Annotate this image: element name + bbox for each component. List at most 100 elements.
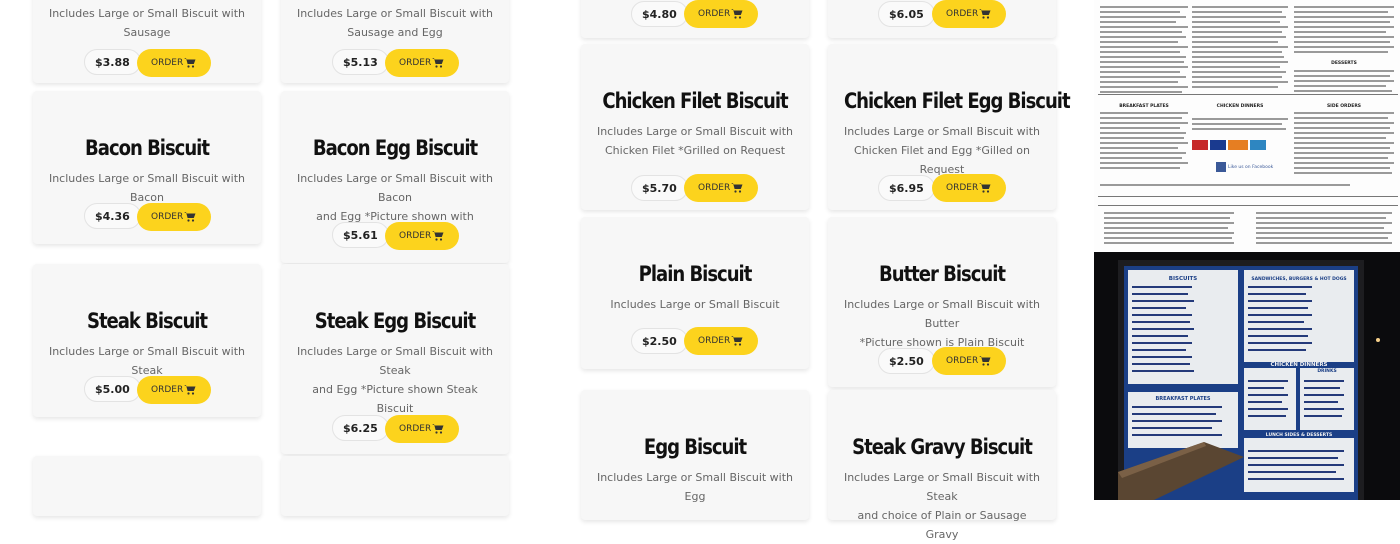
item-description: Includes Large or Small Biscuit with Egg [596, 471, 794, 503]
order-label: ORDER [151, 385, 184, 395]
item-description: Includes Large or Small Biscuit with Saus… [48, 7, 246, 39]
order-label: ORDER [698, 9, 731, 19]
menu-card-steak-biscuit: Steak Biscuit Includes Large or Small Bi… [33, 264, 261, 417]
facebook-like-text: Like us on Facebook [1228, 164, 1274, 170]
price-badge: $3.88 [84, 49, 141, 75]
item-description: Includes Large or Small Biscuit with Chic… [596, 125, 794, 157]
menu-card-sausage-biscuit: Includes Large or Small Biscuit with Saus… [33, 0, 261, 83]
item-description: Includes Large or Small Biscuit with Saus… [296, 7, 494, 39]
board-heading-sandwiches: SANDWICHES, BURGERS & HOT DOGS [1251, 276, 1346, 282]
price-badge: $2.50 [631, 328, 688, 354]
order-button[interactable]: ORDER [932, 174, 1006, 202]
menu-card-egg-biscuit: Egg Biscuit Includes Large or Small Bisc… [581, 390, 809, 520]
board-heading-drinks: DRINKS [1317, 368, 1336, 374]
board-heading-breakfast-plates: BREAKFAST PLATES [1155, 396, 1210, 402]
mastercard-logo [1192, 140, 1208, 150]
order-button[interactable]: ORDER [932, 347, 1006, 375]
order-label: ORDER [399, 231, 432, 241]
item-description: Includes Large or Small Biscuit [610, 298, 780, 311]
menu-card-bacon-egg-biscuit: Bacon Egg Biscuit Includes Large or Smal… [281, 91, 509, 263]
printed-menu-image: BREAKFAST PLATES CHICKEN DINNERS DESSERT… [1094, 0, 1400, 251]
item-title: Steak Gravy Biscuit [852, 435, 1033, 459]
item-description: Includes Large or Small Biscuit with Ste… [48, 345, 246, 377]
item-title: Steak Biscuit [86, 309, 208, 333]
item-title: Bacon Egg Biscuit [312, 136, 478, 160]
shopping-cart-icon [184, 211, 196, 222]
shopping-cart-icon [184, 384, 196, 395]
price-badge: $6.05 [878, 1, 935, 27]
order-label: ORDER [151, 58, 184, 68]
menu-card-butter-biscuit: Butter Biscuit Includes Large or Small B… [828, 217, 1056, 387]
order-label: ORDER [698, 336, 731, 346]
shopping-cart-icon [432, 423, 444, 434]
price-badge: $5.70 [631, 175, 688, 201]
item-title: Plain Biscuit [638, 262, 753, 286]
menu-card: $6.05 ORDER [828, 0, 1056, 38]
menu-card-chicken-filet-biscuit: Chicken Filet Biscuit Includes Large or … [581, 44, 809, 210]
menu-heading-desserts: DESSERTS [1331, 60, 1357, 66]
menu-heading-side-orders: SIDE ORDERS [1327, 103, 1361, 109]
shopping-cart-icon [979, 8, 991, 19]
shopping-cart-icon [979, 182, 991, 193]
price-badge: $6.95 [878, 175, 935, 201]
item-title: Steak Egg Biscuit [314, 309, 476, 333]
item-title: Chicken Filet Egg Biscuit [843, 89, 1071, 113]
facebook-icon [1216, 162, 1226, 172]
light-dot [1376, 338, 1380, 342]
order-label: ORDER [946, 183, 979, 193]
menu-board-drawing: BISCUITS SANDWICHES, BURGERS & HOT DOGS … [1094, 252, 1400, 500]
order-button[interactable]: ORDER [684, 174, 758, 202]
order-label: ORDER [399, 58, 432, 68]
order-button[interactable]: ORDER [385, 222, 459, 250]
order-label: ORDER [399, 424, 432, 434]
printed-menu-drawing: BREAKFAST PLATES CHICKEN DINNERS DESSERT… [1094, 0, 1400, 251]
menu-card-steak-gravy-biscuit: Steak Gravy Biscuit Includes Large or Sm… [828, 390, 1056, 541]
item-title: Chicken Filet Biscuit [602, 89, 788, 113]
order-button[interactable]: ORDER [385, 415, 459, 443]
price-badge: $6.25 [332, 415, 389, 441]
order-button[interactable]: ORDER [684, 0, 758, 28]
order-button[interactable]: ORDER [137, 203, 211, 231]
shopping-cart-icon [979, 355, 991, 366]
order-button[interactable]: ORDER [684, 327, 758, 355]
item-description: Includes Large or Small Biscuit with But… [843, 298, 1041, 349]
price-badge: $5.00 [84, 376, 141, 402]
price-badge: $5.61 [332, 222, 389, 248]
order-button[interactable]: ORDER [137, 49, 211, 77]
menu-card-bacon-biscuit: Bacon Biscuit Includes Large or Small Bi… [33, 91, 261, 244]
order-button[interactable]: ORDER [137, 376, 211, 404]
order-button[interactable]: ORDER [385, 49, 459, 77]
item-title: Bacon Biscuit [85, 136, 210, 160]
price-badge: $5.13 [332, 49, 389, 75]
menu-board-photo: BISCUITS SANDWICHES, BURGERS & HOT DOGS … [1094, 252, 1400, 500]
price-badge: $2.50 [878, 348, 935, 374]
board-heading-lunch-sides: LUNCH SIDES & DESSERTS [1266, 432, 1333, 438]
order-label: ORDER [698, 183, 731, 193]
order-label: ORDER [946, 9, 979, 19]
shopping-cart-icon [731, 182, 743, 193]
menu-card [33, 456, 261, 516]
item-title: Egg Biscuit [643, 435, 747, 459]
board-heading-chicken-dinners: CHICKEN DINNERS [1270, 362, 1327, 368]
menu-heading-chicken-dinners: CHICKEN DINNERS [1217, 103, 1264, 109]
price-badge: $4.36 [84, 203, 141, 229]
menu-card-chicken-filet-egg-biscuit: Chicken Filet Egg Biscuit Includes Large… [828, 44, 1071, 210]
item-description: Includes Large or Small Biscuit with Bac… [48, 172, 246, 204]
shopping-cart-icon [184, 57, 196, 68]
shopping-cart-icon [731, 335, 743, 346]
item-description: Includes Large or Small Biscuit with Ste… [843, 471, 1041, 541]
amex-logo [1250, 140, 1266, 150]
menu-card-steak-egg-biscuit: Steak Egg Biscuit Includes Large or Smal… [281, 264, 509, 454]
order-button[interactable]: ORDER [932, 0, 1006, 28]
price-badge: $4.80 [631, 1, 688, 27]
shopping-cart-icon [731, 8, 743, 19]
menu-card [281, 456, 509, 516]
menu-card-plain-biscuit: Plain Biscuit Includes Large or Small Bi… [581, 217, 809, 369]
shopping-cart-icon [432, 57, 444, 68]
order-label: ORDER [151, 212, 184, 222]
menu-heading-breakfast-plates: BREAKFAST PLATES [1119, 103, 1169, 109]
menu-card-sausage-egg-biscuit: Includes Large or Small Biscuit with Saus… [281, 0, 509, 83]
item-title: Butter Biscuit [879, 262, 1006, 286]
discover-logo [1228, 140, 1248, 150]
visa-logo [1210, 140, 1226, 150]
